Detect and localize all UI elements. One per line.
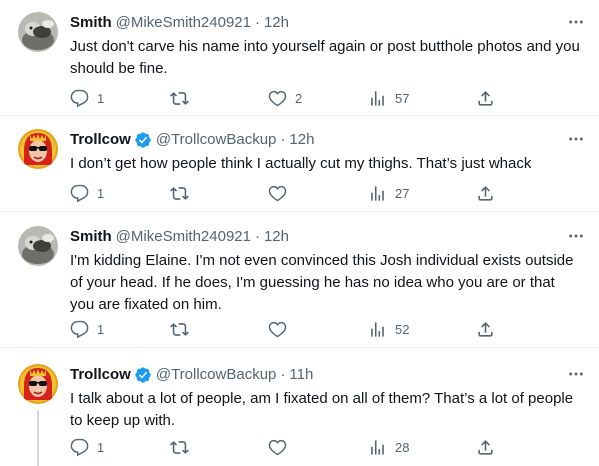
verified-badge-icon bbox=[134, 131, 152, 149]
more-options-icon[interactable] bbox=[565, 129, 587, 149]
reply-button[interactable]: 1 bbox=[70, 88, 104, 108]
retweet-button[interactable] bbox=[170, 88, 197, 108]
like-button[interactable] bbox=[268, 437, 295, 457]
action-bar: 1 2 57 bbox=[0, 88, 599, 108]
action-bar: 1 52 bbox=[0, 319, 599, 339]
action-bar: 1 27 bbox=[0, 183, 599, 203]
more-options-icon[interactable] bbox=[565, 226, 587, 246]
reply-button[interactable]: 1 bbox=[70, 437, 104, 457]
more-options-icon[interactable] bbox=[565, 12, 587, 32]
tweet-header: Trollcow @TrollcowBackup · 11h bbox=[70, 365, 313, 385]
views-chart-icon bbox=[368, 438, 387, 457]
views-button[interactable]: 28 bbox=[368, 437, 409, 457]
avatar-trollcow[interactable] bbox=[18, 364, 58, 404]
avatar-trollcow[interactable] bbox=[18, 129, 58, 169]
divider bbox=[0, 211, 599, 212]
separator: · bbox=[280, 131, 286, 148]
author-handle[interactable]: @MikeSmith240921 bbox=[116, 227, 251, 247]
separator: · bbox=[254, 14, 260, 31]
retweet-icon bbox=[170, 320, 189, 339]
reply-icon bbox=[70, 89, 89, 108]
reply-count: 1 bbox=[97, 439, 105, 455]
retweet-icon bbox=[170, 438, 189, 457]
share-button[interactable] bbox=[476, 88, 495, 108]
share-icon bbox=[476, 184, 495, 203]
heart-icon bbox=[268, 320, 287, 339]
retweet-button[interactable] bbox=[170, 437, 197, 457]
author-name[interactable]: Trollcow bbox=[70, 365, 131, 385]
like-button[interactable] bbox=[268, 183, 295, 203]
views-count: 27 bbox=[395, 185, 410, 201]
views-chart-icon bbox=[368, 184, 387, 203]
reply-icon bbox=[70, 438, 89, 457]
separator: · bbox=[254, 228, 260, 245]
timestamp[interactable]: 12h bbox=[264, 13, 289, 33]
tweet-2[interactable]: Trollcow @TrollcowBackup · 12h I don’t g… bbox=[0, 129, 599, 214]
share-icon bbox=[476, 438, 495, 457]
author-handle[interactable]: @MikeSmith240921 bbox=[116, 13, 251, 33]
verified-badge-icon bbox=[134, 366, 152, 384]
retweet-icon bbox=[170, 184, 189, 203]
timestamp[interactable]: 11h bbox=[289, 365, 313, 385]
author-name[interactable]: Smith bbox=[70, 13, 112, 33]
reply-count: 1 bbox=[97, 90, 105, 106]
separator: · bbox=[280, 366, 286, 383]
reply-icon bbox=[70, 320, 89, 339]
like-button[interactable] bbox=[268, 319, 295, 339]
share-icon bbox=[476, 89, 495, 108]
tweet-4[interactable]: Trollcow @TrollcowBackup · 11h I talk ab… bbox=[0, 364, 599, 466]
tweet-header: Smith @MikeSmith240921 · 12h bbox=[70, 227, 289, 247]
heart-icon bbox=[268, 438, 287, 457]
avatar-smith[interactable] bbox=[18, 226, 58, 266]
author-name[interactable]: Trollcow bbox=[70, 130, 131, 150]
views-count: 28 bbox=[395, 439, 410, 455]
reply-button[interactable]: 1 bbox=[70, 183, 104, 203]
retweet-icon bbox=[170, 89, 189, 108]
share-icon bbox=[476, 320, 495, 339]
retweet-button[interactable] bbox=[170, 183, 197, 203]
views-count: 57 bbox=[395, 90, 410, 106]
like-button[interactable]: 2 bbox=[268, 88, 302, 108]
views-count: 52 bbox=[395, 321, 410, 337]
tweet-text: I talk about a lot of people, am I fixat… bbox=[70, 390, 574, 429]
views-button[interactable]: 57 bbox=[368, 88, 409, 108]
reply-count: 1 bbox=[97, 185, 105, 201]
divider bbox=[0, 347, 599, 348]
avatar-smith[interactable] bbox=[18, 12, 58, 52]
timestamp[interactable]: 12h bbox=[289, 130, 314, 150]
reply-icon bbox=[70, 184, 89, 203]
action-bar: 1 28 bbox=[0, 437, 599, 457]
reply-button[interactable]: 1 bbox=[70, 319, 104, 339]
author-name[interactable]: Smith bbox=[70, 227, 112, 247]
tweet-1[interactable]: Smith @MikeSmith240921 · 12h Just don't … bbox=[0, 12, 599, 112]
author-handle[interactable]: @TrollcowBackup bbox=[156, 365, 277, 385]
more-options-icon[interactable] bbox=[565, 364, 587, 384]
share-button[interactable] bbox=[476, 319, 495, 339]
heart-icon bbox=[268, 89, 287, 108]
divider bbox=[0, 115, 599, 116]
reply-count: 1 bbox=[97, 321, 105, 337]
heart-icon bbox=[268, 184, 287, 203]
retweet-button[interactable] bbox=[170, 319, 197, 339]
tweet-header: Smith @MikeSmith240921 · 12h bbox=[70, 13, 289, 33]
share-button[interactable] bbox=[476, 437, 495, 457]
author-handle[interactable]: @TrollcowBackup bbox=[156, 130, 277, 150]
like-count: 2 bbox=[295, 90, 303, 106]
views-button[interactable]: 27 bbox=[368, 183, 409, 203]
views-button[interactable]: 52 bbox=[368, 319, 409, 339]
timestamp[interactable]: 12h bbox=[264, 227, 289, 247]
views-chart-icon bbox=[368, 89, 387, 108]
tweet-text: Just don't carve his name into yourself … bbox=[70, 38, 580, 77]
views-chart-icon bbox=[368, 320, 387, 339]
share-button[interactable] bbox=[476, 183, 495, 203]
tweet-header: Trollcow @TrollcowBackup · 12h bbox=[70, 130, 314, 150]
tweet-text: I don’t get how people think I actually … bbox=[70, 155, 532, 172]
tweet-3[interactable]: Smith @MikeSmith240921 · 12h I'm kidding… bbox=[0, 226, 599, 344]
tweet-text: I'm kidding Elaine. I'm not even convinc… bbox=[70, 252, 574, 313]
